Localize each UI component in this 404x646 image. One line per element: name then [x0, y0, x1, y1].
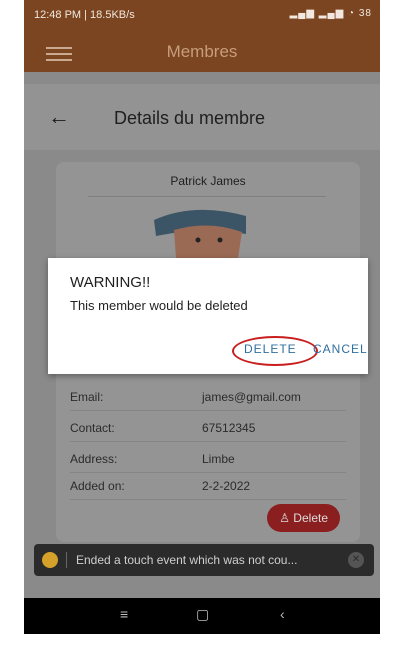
confirm-delete-button[interactable]: DELETE — [244, 342, 297, 356]
system-nav-bar: ≡ ▢ ‹ — [24, 598, 380, 634]
back-icon[interactable]: ‹ — [280, 606, 285, 622]
home-icon[interactable]: ▢ — [196, 606, 209, 623]
detail-row-added-on: Added on: 2-2-2022 — [70, 475, 346, 500]
app-title: Membres — [166, 42, 238, 61]
back-arrow-icon[interactable]: ← — [48, 104, 70, 130]
detail-label: Address: — [70, 452, 118, 466]
close-icon[interactable]: ✕ — [348, 552, 364, 568]
toast-notification: Ended a touch event which was not cou...… — [34, 544, 374, 576]
app-logo-icon — [42, 552, 58, 568]
page-header: ← Details du membre — [24, 84, 380, 150]
app-bar: 12:48 PM | 18.5KB/s ▂▄▆ ▂▄▆ ◔ 38 Membres — [24, 0, 380, 72]
toast-message: Ended a touch event which was not cou... — [76, 553, 298, 567]
warning-dialog: WARNING!! This member would be deleted D… — [48, 258, 368, 374]
detail-label: Email: — [70, 390, 104, 404]
phone-screen: 12:48 PM | 18.5KB/s ▂▄▆ ▂▄▆ ◔ 38 Membres… — [24, 0, 380, 634]
detail-label: Contact: — [70, 421, 115, 435]
status-time: 12:48 PM | 18.5KB/s — [34, 9, 135, 21]
status-bar: 12:48 PM | 18.5KB/s ▂▄▆ ▂▄▆ ◔ 38 — [24, 0, 380, 26]
detail-row-contact: Contact: 67512345 — [70, 417, 346, 442]
delete-member-button[interactable]: ♙ Delete — [267, 504, 340, 532]
detail-row-address: Address: Limbe — [70, 448, 346, 473]
divider — [66, 552, 67, 568]
member-name: Patrick James — [170, 174, 246, 188]
dialog-title: WARNING!! — [70, 274, 151, 291]
detail-label: Added on: — [70, 479, 125, 493]
dialog-message: This member would be deleted — [70, 298, 248, 313]
detail-value: Limbe — [202, 452, 235, 466]
status-icons: ▂▄▆ ▂▄▆ ◔ 38 — [289, 8, 372, 19]
detail-row-email: Email: james@gmail.com — [70, 386, 346, 411]
recent-apps-icon[interactable]: ≡ — [120, 606, 128, 622]
divider — [88, 196, 326, 197]
detail-value: 67512345 — [202, 421, 256, 435]
page-title: Details du membre — [114, 108, 266, 128]
cancel-button[interactable]: CANCEL — [313, 342, 368, 356]
detail-value: 2-2-2022 — [202, 479, 251, 493]
member-avatar — [154, 209, 246, 258]
detail-value: james@gmail.com — [202, 390, 301, 404]
